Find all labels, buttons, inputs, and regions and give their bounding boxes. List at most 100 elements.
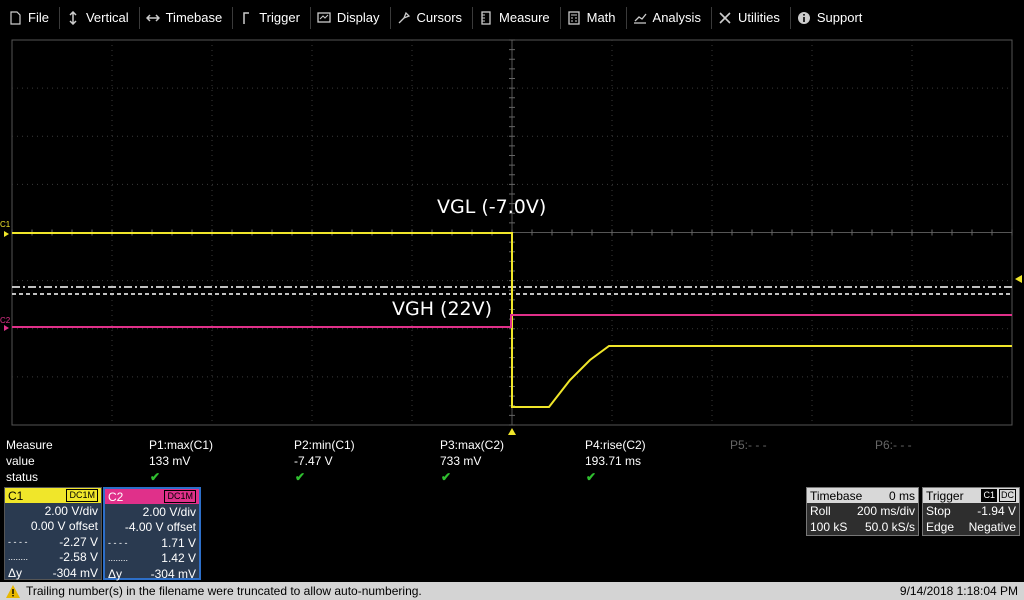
cursor2-label: ........ [108,553,129,564]
ch2-ground-marker [4,325,9,331]
cursor1-value: -2.27 V [59,534,98,549]
menu-utilities[interactable]: Utilities [712,6,791,29]
cursor2-row: ........ 1.42 V [105,551,199,567]
trigger-coupling-badge: DC [999,489,1016,502]
vdiv-value: 2.00 V/div [44,503,98,518]
delta-value: -304 mV [150,566,196,581]
timebase-samples: 100 kS [810,520,848,534]
param-value: 193.71 ms [585,454,642,468]
vdiv-row: 2.00 V/div [5,503,101,519]
param-name[interactable]: P2:min(C1) [294,438,355,452]
cursor2-label: ........ [8,552,29,563]
param-value: 133 mV [149,454,191,468]
check-icon: ✔ [586,470,597,484]
param-name[interactable]: P4:rise(C2) [585,438,646,452]
measure-value-row: value 133 mV -7.47 V 733 mV 193.71 ms [0,454,1024,470]
timebase-mode: Roll [810,504,831,518]
menu-label: Cursors [416,10,463,25]
ch1-marker: C1 [0,220,11,229]
cursor1-row: - - - - 1.71 V [105,535,199,551]
status-datetime: 9/14/2018 1:18:04 PM [899,584,1018,598]
menu-measure[interactable]: Measure [473,6,561,29]
timebase-tdiv: 200 ms/div [856,504,915,518]
cursor-icon [397,11,411,25]
timebase-descriptor[interactable]: Timebase 0 ms Roll 200 ms/div 100 kS 50.… [806,487,919,536]
ch1-ground-marker [4,231,9,237]
menu-label: Timebase [165,10,223,25]
trigger-type-row: Edge Negative [923,519,1019,535]
status-message-wrap: Trailing number(s) in the filename were … [6,584,422,598]
menu-label: Utilities [737,10,780,25]
cursor1-value: 1.71 V [161,535,196,550]
value-label: value [6,454,35,468]
channel-header: C1 DC1M [5,488,101,503]
trigger-icon [239,11,253,25]
trigger-title: Trigger [926,488,964,503]
menu-vertical[interactable]: Vertical [60,6,140,29]
menu-display[interactable]: Display [311,6,391,29]
menu-cursors[interactable]: Cursors [391,6,474,29]
param-name[interactable]: P3:max(C2) [440,438,504,452]
trigger-state: Stop [926,504,951,518]
menu-support[interactable]: Support [791,7,873,29]
menu-trigger[interactable]: Trigger [233,6,311,29]
waveform-display[interactable]: C1 C2 VGL (-7.0V) VGH (22V) [0,35,1024,435]
menu-math[interactable]: Math [561,6,627,29]
menu-label: File [28,10,49,25]
traces [4,231,1022,435]
channel-c1-descriptor[interactable]: C1 DC1M 2.00 V/div 0.00 V offset - - - -… [4,487,102,580]
measure-header: Measure [6,438,53,452]
trigger-time-marker [508,428,516,435]
menu-label: Support [816,10,863,25]
param-name[interactable]: P5:- - - [730,438,767,452]
timebase-rate: 50.0 kS/s [864,520,915,534]
menu-label: Display [336,10,380,25]
vgl-annotation: VGL (-7.0V) [437,196,547,218]
trigger-descriptor[interactable]: Trigger C1 DC Stop -1.94 V Edge Negative [922,487,1020,536]
param-name[interactable]: P6:- - - [875,438,912,452]
offset-value: 0.00 V offset [30,519,98,534]
calculator-icon [567,10,581,25]
check-icon: ✔ [441,470,452,484]
offset-row: 0.00 V offset [5,519,101,535]
delta-label: Δy [8,565,23,580]
measure-icon [479,10,493,25]
vgh-annotation: VGH (22V) [392,298,493,320]
menu-file[interactable]: File [2,6,60,29]
status-bar: Trailing number(s) in the filename were … [0,582,1024,600]
timebase-mode-row: Roll 200 ms/div [807,503,918,519]
tools-icon [718,11,732,25]
menu-label: Analysis [652,10,701,25]
vdiv-value: 2.00 V/div [142,504,196,519]
delta-row: Δy -304 mV [5,565,101,581]
cursor2-value: -2.58 V [59,550,98,565]
display-icon [317,11,331,25]
channel-name: C2 [108,489,124,504]
trigger-state-row: Stop -1.94 V [923,503,1019,519]
menu-label: Measure [499,10,550,25]
trigger-header: Trigger C1 DC [923,488,1019,503]
delta-value: -304 mV [52,565,98,580]
warning-icon [6,584,20,598]
timebase-header: Timebase 0 ms [807,488,918,503]
param-value: -7.47 V [294,454,333,468]
menu-label: Math [586,10,616,25]
cursor1-label: - - - - [8,536,28,547]
trigger-slope: Negative [968,520,1016,534]
menu-timebase[interactable]: Timebase [140,6,234,29]
coupling-badge: DC1M [164,490,196,503]
channel-header: C2 DC1M [105,489,199,504]
cursor2-value: 1.42 V [161,551,196,566]
measure-table[interactable]: Measure P1:max(C1) P2:min(C1) P3:max(C2)… [0,438,1024,486]
channel-c2-descriptor[interactable]: C2 DC1M 2.00 V/div -4.00 V offset - - - … [103,487,201,582]
waveform-grid [4,39,1022,435]
delta-label: Δy [108,566,123,581]
file-icon [8,10,22,25]
param-name[interactable]: P1:max(C1) [149,438,213,452]
timebase-sample-row: 100 kS 50.0 kS/s [807,519,918,535]
param-value: 733 mV [440,454,482,468]
menu-analysis[interactable]: Analysis [627,6,712,29]
ch2-trace [12,314,1012,328]
vdiv-row: 2.00 V/div [105,504,199,520]
delta-row: Δy -304 mV [105,566,199,582]
